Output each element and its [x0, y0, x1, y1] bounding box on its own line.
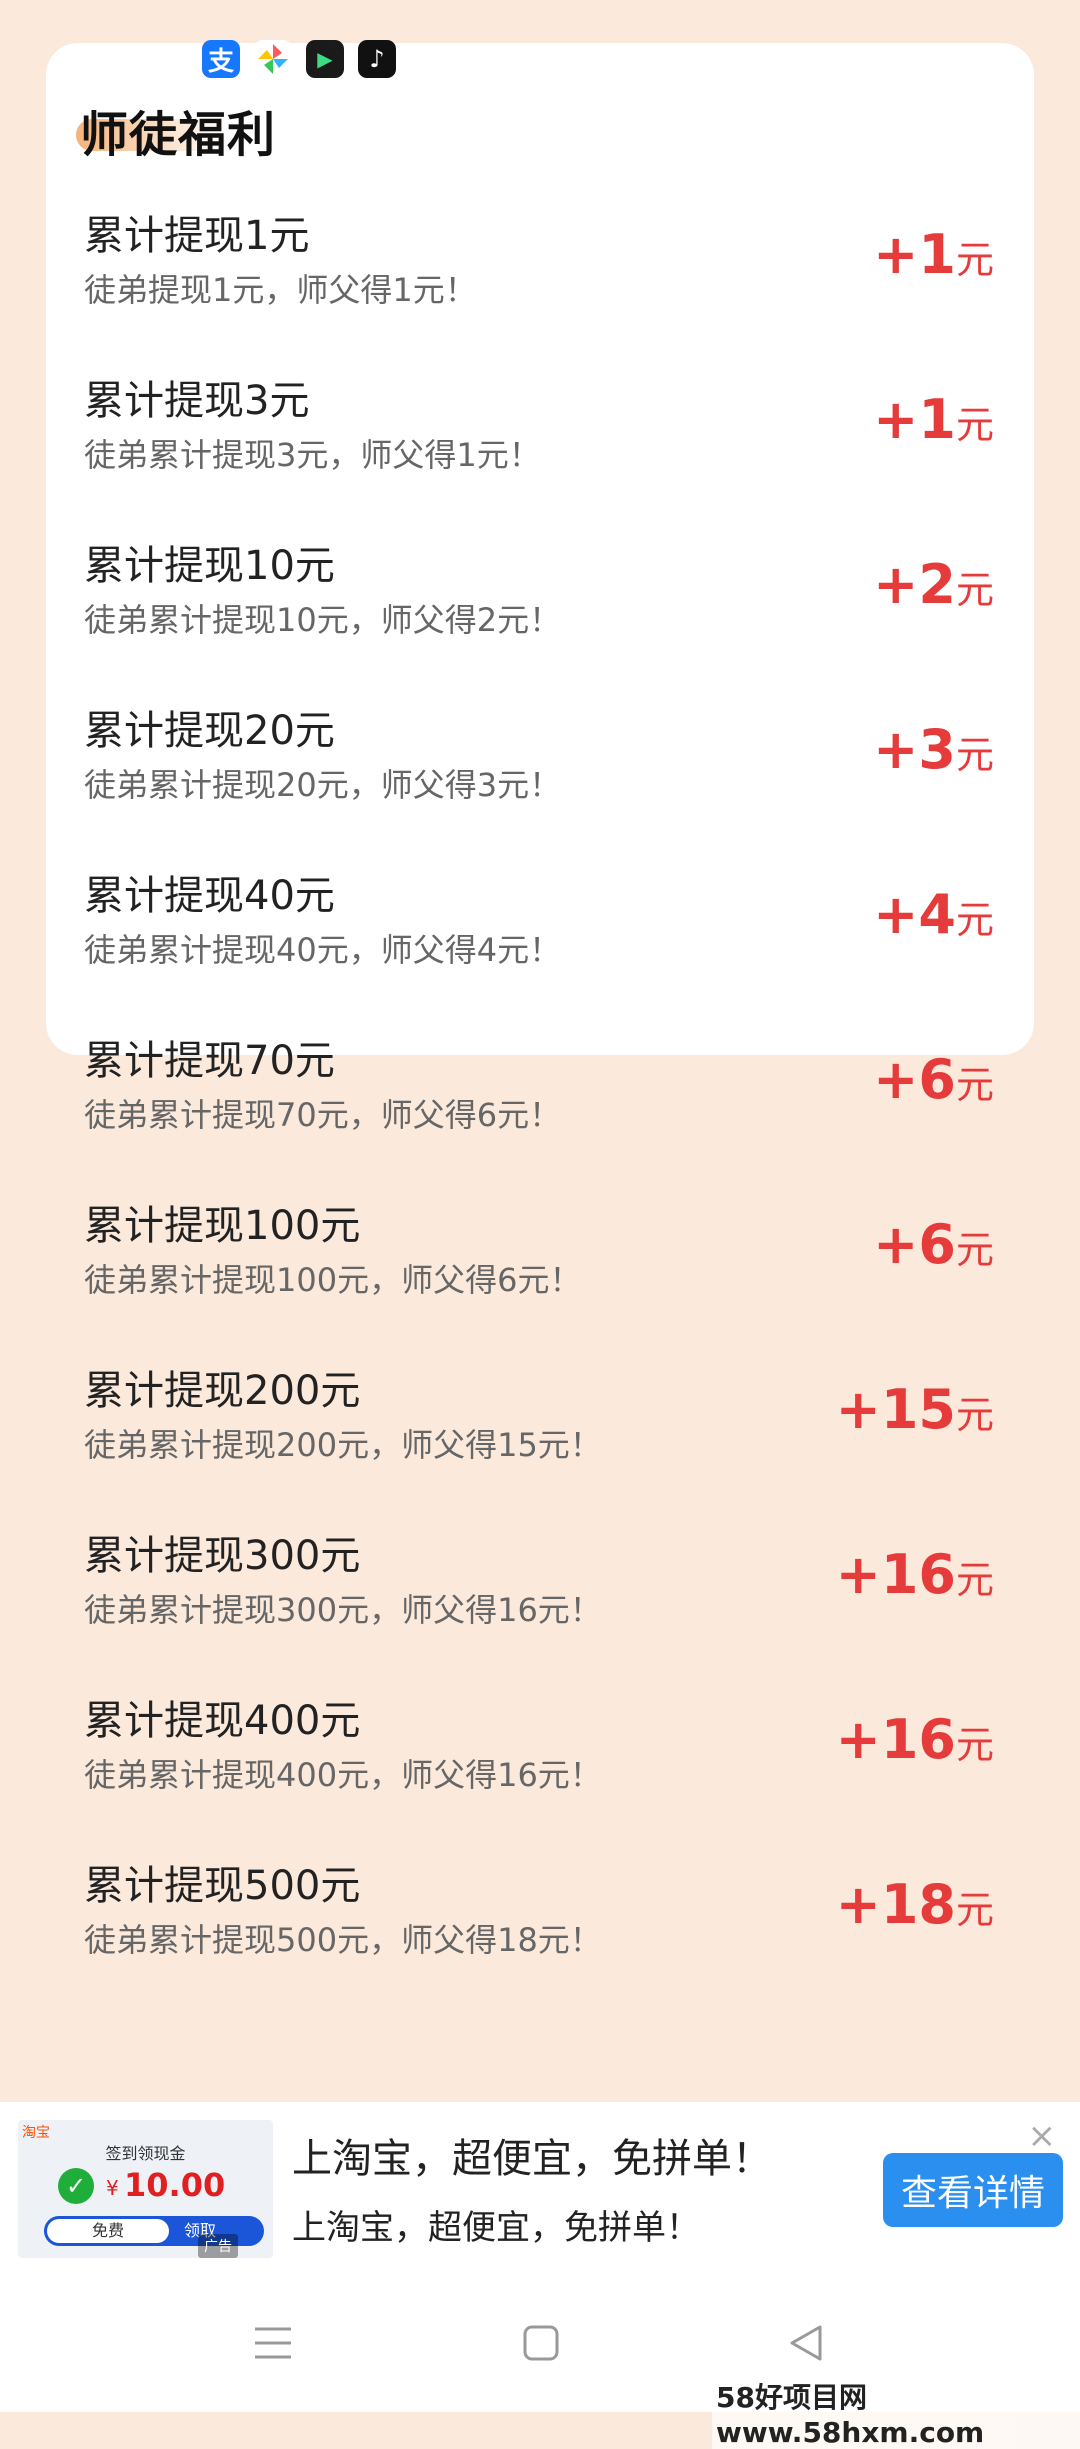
- reward-row-desc: 徒弟累计提现10元，师父得2元！: [84, 601, 562, 639]
- reward-value: +6元: [873, 1048, 994, 1111]
- reward-unit: 元: [955, 1228, 994, 1272]
- back-icon[interactable]: [776, 2313, 836, 2373]
- reward-row: 累计提现500元 徒弟累计提现500元，师父得18元！ +18元: [46, 1853, 1034, 2018]
- reward-row-desc: 徒弟累计提现100元，师父得6元！: [84, 1261, 582, 1299]
- reward-row-title: 累计提现3元: [84, 378, 310, 424]
- reward-unit: 元: [955, 1063, 994, 1107]
- reward-row-title: 累计提现500元: [84, 1863, 361, 1909]
- reward-row: 累计提现300元 徒弟累计提现300元，师父得16元！ +16元: [46, 1523, 1034, 1688]
- reward-unit: 元: [955, 568, 994, 612]
- watermark: 58好项目网www.58hxm.com: [712, 2376, 1080, 2449]
- reward-unit: 元: [955, 238, 994, 282]
- ad-headline: 上淘宝，超便宜，免拼单！: [292, 2136, 772, 2182]
- check-icon: ✓: [58, 2168, 94, 2204]
- reward-amount: +18: [835, 1873, 956, 1936]
- reward-row: 累计提现400元 徒弟累计提现400元，师父得16元！ +16元: [46, 1688, 1034, 1853]
- ad-thumb-amount: 10.00: [124, 2166, 226, 2204]
- photos-icon[interactable]: [254, 40, 292, 78]
- reward-row: 累计提现3元 徒弟累计提现3元，师父得1元！ +1元: [46, 368, 1034, 533]
- home-icon[interactable]: [511, 2313, 571, 2373]
- ad-thumbnail[interactable]: 淘宝 签到领现金 ✓ ¥ 10.00 免费 领取 广告: [18, 2120, 273, 2258]
- reward-row: 累计提现20元 徒弟累计提现20元，师父得3元！ +3元: [46, 698, 1034, 863]
- reward-row-desc: 徒弟累计提现200元，师父得15元！: [84, 1426, 602, 1464]
- reward-amount: +4: [873, 883, 956, 946]
- reward-value: +3元: [873, 718, 994, 781]
- reward-row-desc: 徒弟累计提现3元，师父得1元！: [84, 436, 541, 474]
- card-title: 师徒福利: [80, 107, 277, 163]
- reward-value: +18元: [836, 1873, 994, 1936]
- reward-row-desc: 徒弟累计提现70元，师父得6元！: [84, 1096, 562, 1134]
- view-details-button[interactable]: 查看详情: [883, 2153, 1063, 2227]
- menu-icon-graphic: [255, 2327, 291, 2359]
- card-header: 师徒福利: [76, 95, 277, 165]
- reward-value: +15元: [836, 1378, 994, 1441]
- reward-value: +6元: [873, 1213, 994, 1276]
- reward-unit: 元: [955, 1558, 994, 1602]
- reward-row: 累计提现1元 徒弟提现1元，师父得1元！ +1元: [46, 203, 1034, 368]
- close-icon[interactable]: ×: [1028, 2116, 1057, 2156]
- menu-icon[interactable]: [243, 2313, 303, 2373]
- ad-thumb-title: 签到领现金: [105, 2144, 186, 2163]
- reward-unit: 元: [955, 403, 994, 447]
- reward-row: 累计提现70元 徒弟累计提现70元，师父得6元！ +6元: [46, 1028, 1034, 1193]
- ad-thumb-currency: ¥: [106, 2176, 119, 2200]
- ad-thumb-brand: 淘宝: [22, 2125, 50, 2141]
- reward-value: +1元: [873, 388, 994, 451]
- reward-row: 累计提现40元 徒弟累计提现40元，师父得4元！ +4元: [46, 863, 1034, 1028]
- ad-label: 广告: [198, 2234, 238, 2258]
- top-app-icons: 支 ▶ ♪: [202, 40, 396, 78]
- reward-unit: 元: [955, 898, 994, 942]
- reward-row: 累计提现100元 徒弟累计提现100元，师父得6元！ +6元: [46, 1193, 1034, 1358]
- alipay-icon[interactable]: 支: [202, 40, 240, 78]
- reward-row-title: 累计提现20元: [84, 708, 335, 754]
- reward-amount: +15: [835, 1378, 956, 1441]
- reward-unit: 元: [955, 1723, 994, 1767]
- reward-value: +4元: [873, 883, 994, 946]
- reward-row-title: 累计提现1元: [84, 213, 310, 259]
- reward-row-desc: 徒弟累计提现40元，师父得4元！: [84, 931, 562, 969]
- reward-amount: +6: [873, 1048, 956, 1111]
- reward-row-title: 累计提现200元: [84, 1368, 361, 1414]
- reward-value: +16元: [836, 1543, 994, 1606]
- reward-amount: +1: [873, 388, 956, 451]
- reward-row-desc: 徒弟累计提现20元，师父得3元！: [84, 766, 562, 804]
- reward-row: 累计提现10元 徒弟累计提现10元，师父得2元！ +2元: [46, 533, 1034, 698]
- ad-banner[interactable]: 淘宝 签到领现金 ✓ ¥ 10.00 免费 领取 广告 上淘宝，超便宜，免拼单！…: [0, 2102, 1080, 2277]
- video-app-icon[interactable]: ▶: [306, 40, 344, 78]
- reward-value: +1元: [873, 223, 994, 286]
- reward-amount: +1: [873, 223, 956, 286]
- tiktok-icon[interactable]: ♪: [358, 40, 396, 78]
- reward-amount: +16: [835, 1543, 956, 1606]
- reward-value: +16元: [836, 1708, 994, 1771]
- back-icon-graphic: [790, 2325, 822, 2361]
- reward-unit: 元: [955, 1393, 994, 1437]
- reward-row-title: 累计提现400元: [84, 1698, 361, 1744]
- reward-list: 累计提现1元 徒弟提现1元，师父得1元！ +1元 累计提现3元 徒弟累计提现3元…: [46, 203, 1034, 2018]
- reward-row-title: 累计提现100元: [84, 1203, 361, 1249]
- reward-row-desc: 徒弟累计提现500元，师父得18元！: [84, 1921, 602, 1959]
- ad-thumb-free: 免费: [47, 2219, 169, 2243]
- reward-unit: 元: [955, 1888, 994, 1932]
- reward-unit: 元: [955, 733, 994, 777]
- home-icon-graphic: [523, 2325, 559, 2361]
- ad-subline: 上淘宝，超便宜，免拼单！: [292, 2208, 700, 2248]
- reward-row-title: 累计提现10元: [84, 543, 335, 589]
- reward-row-title: 累计提现40元: [84, 873, 335, 919]
- reward-amount: +3: [873, 718, 956, 781]
- mentor-benefits-card: 师徒福利 累计提现1元 徒弟提现1元，师父得1元！ +1元 累计提现3元 徒弟累…: [46, 43, 1034, 1959]
- photos-icon-graphic: [258, 44, 288, 74]
- reward-row-desc: 徒弟累计提现400元，师父得16元！: [84, 1756, 602, 1794]
- reward-row: 累计提现200元 徒弟累计提现200元，师父得15元！ +15元: [46, 1358, 1034, 1523]
- reward-amount: +16: [835, 1708, 956, 1771]
- reward-value: +2元: [873, 553, 994, 616]
- reward-amount: +2: [873, 553, 956, 616]
- reward-row-desc: 徒弟累计提现300元，师父得16元！: [84, 1591, 602, 1629]
- reward-row-desc: 徒弟提现1元，师父得1元！: [84, 271, 477, 309]
- reward-amount: +6: [873, 1213, 956, 1276]
- reward-row-title: 累计提现300元: [84, 1533, 361, 1579]
- reward-row-title: 累计提现70元: [84, 1038, 335, 1084]
